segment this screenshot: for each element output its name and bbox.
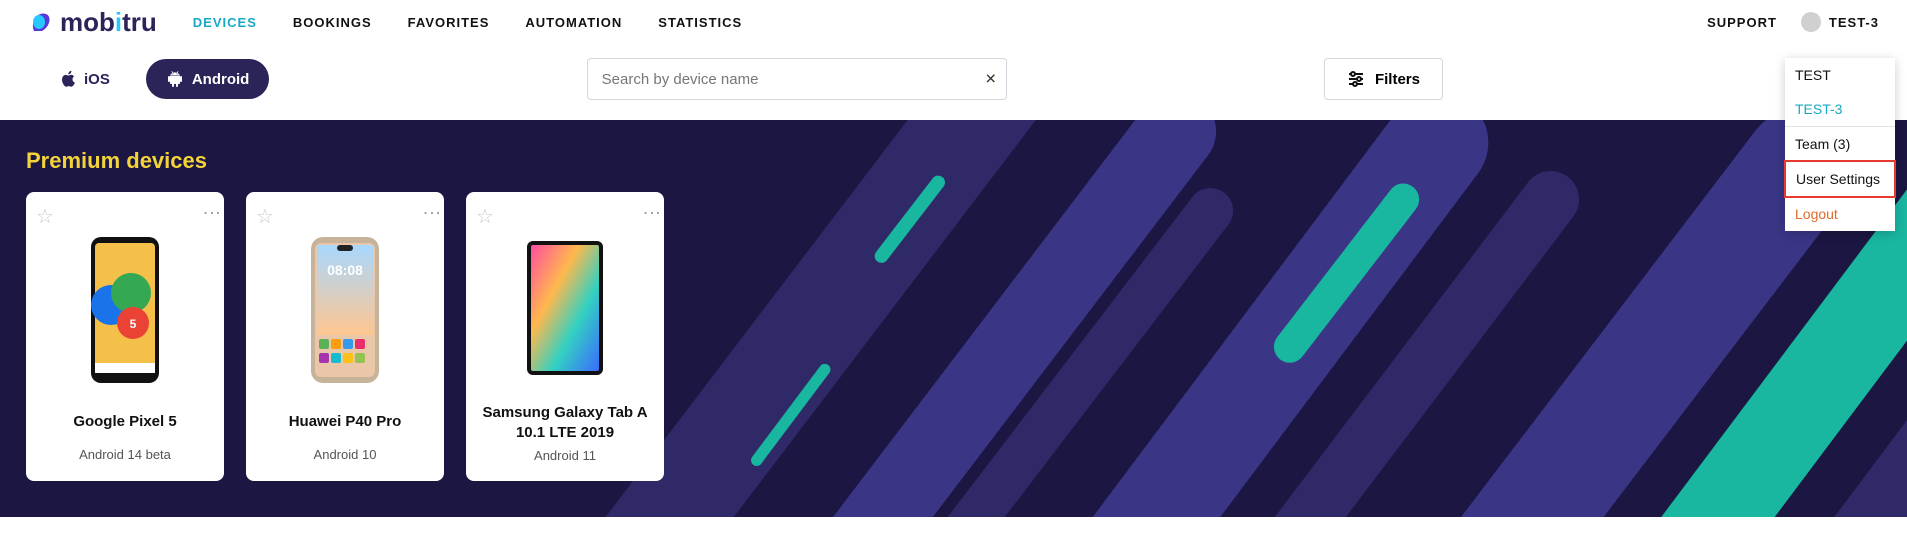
device-image: 08:08 — [305, 235, 385, 385]
sliders-icon — [1347, 71, 1365, 87]
device-os: Android 14 beta — [79, 447, 171, 462]
dropdown-logout[interactable]: Logout — [1785, 197, 1895, 231]
svg-text:5: 5 — [130, 317, 137, 331]
filters-label: Filters — [1375, 71, 1420, 88]
dropdown-header: TEST — [1785, 58, 1895, 92]
top-bar: mobitru DEVICES BOOKINGS FAVORITES AUTOM… — [0, 0, 1907, 44]
user-menu-trigger[interactable]: TEST-3 — [1801, 12, 1879, 32]
ios-label: iOS — [84, 71, 110, 88]
logo-text-a: mob — [60, 7, 115, 37]
svg-text:08:08: 08:08 — [327, 262, 363, 278]
dropdown-current-user[interactable]: TEST-3 — [1785, 92, 1895, 126]
favorite-icon[interactable]: ☆ — [256, 204, 274, 229]
toolbar: iOS Android ✕ Filters — [0, 44, 1907, 120]
dropdown-team[interactable]: Team (3) — [1785, 126, 1895, 161]
section-title: Premium devices — [26, 148, 1881, 174]
device-image: 5 — [85, 235, 165, 385]
device-cards: ☆ ⋮ 5 Google Pixel 5 Android 14 beta ☆ ⋮ — [26, 192, 1881, 481]
dropdown-user-settings[interactable]: User Settings — [1784, 160, 1896, 198]
android-label: Android — [192, 71, 250, 88]
device-card[interactable]: ☆ ⋮ 08:08 — [246, 192, 444, 481]
device-name: Samsung Galaxy Tab A 10.1 LTE 2019 — [476, 403, 654, 442]
nav-favorites[interactable]: FAVORITES — [408, 15, 490, 30]
device-os: Android 11 — [534, 448, 596, 463]
device-os: Android 10 — [314, 447, 377, 462]
search-clear-icon[interactable]: ✕ — [985, 71, 997, 88]
nav-automation[interactable]: AUTOMATION — [525, 15, 622, 30]
filters-button[interactable]: Filters — [1324, 58, 1443, 100]
card-menu-icon[interactable]: ⋮ — [210, 204, 214, 222]
favorite-icon[interactable]: ☆ — [476, 204, 494, 229]
user-dropdown: TEST TEST-3 Team (3) User Settings Logou… — [1785, 58, 1895, 231]
search-wrap: ✕ — [587, 58, 1007, 100]
device-image — [525, 235, 605, 385]
apple-icon — [60, 70, 76, 88]
android-toggle[interactable]: Android — [146, 59, 270, 99]
ios-toggle[interactable]: iOS — [40, 59, 130, 99]
device-name: Huawei P40 Pro — [289, 403, 402, 441]
device-name: Google Pixel 5 — [73, 403, 176, 441]
logo-icon — [28, 9, 54, 35]
device-card[interactable]: ☆ ⋮ Samsung Galaxy Tab A 10.1 LTE 2019 A… — [466, 192, 664, 481]
nav-statistics[interactable]: STATISTICS — [658, 15, 742, 30]
avatar — [1801, 12, 1821, 32]
user-name: TEST-3 — [1829, 15, 1879, 30]
support-link[interactable]: SUPPORT — [1707, 15, 1777, 30]
nav-devices[interactable]: DEVICES — [193, 15, 257, 30]
logo[interactable]: mobitru — [28, 7, 157, 38]
main-nav: DEVICES BOOKINGS FAVORITES AUTOMATION ST… — [193, 15, 742, 30]
android-icon — [166, 70, 184, 88]
nav-bookings[interactable]: BOOKINGS — [293, 15, 372, 30]
card-menu-icon[interactable]: ⋮ — [430, 204, 434, 222]
card-menu-icon[interactable]: ⋮ — [650, 204, 654, 222]
logo-text-c: tru — [122, 7, 157, 37]
search-input[interactable] — [587, 58, 1007, 100]
device-card[interactable]: ☆ ⋮ 5 Google Pixel 5 Android 14 beta — [26, 192, 224, 481]
favorite-icon[interactable]: ☆ — [36, 204, 54, 229]
hero-section: Premium devices ☆ ⋮ 5 Google Pixel 5 And… — [0, 120, 1907, 517]
